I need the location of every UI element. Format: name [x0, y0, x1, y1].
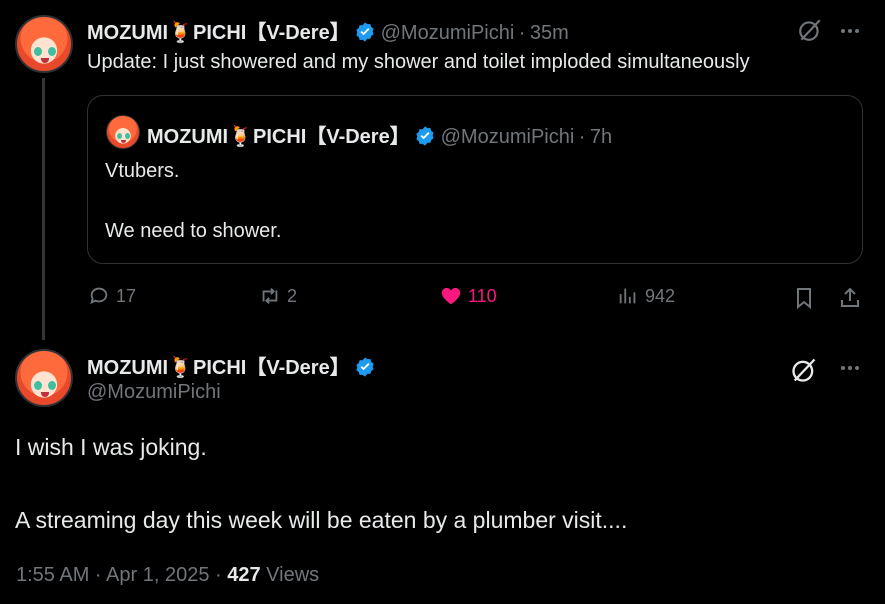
tweet-timestamp[interactable]: 1:55 AM · Apr 1, 2025 · — [16, 564, 227, 586]
reply-icon — [90, 287, 108, 305]
repost-count: 2 — [287, 285, 298, 306]
reply-count: 17 — [116, 285, 137, 306]
timestamp[interactable]: 35m — [530, 22, 569, 44]
like-count: 110 — [468, 285, 497, 306]
views-total: 427 — [227, 564, 261, 586]
tweet-text: Update: I just showered and my shower an… — [87, 51, 750, 73]
grok-icon[interactable] — [790, 356, 818, 384]
analytics-icon — [619, 288, 636, 304]
verified-badge-icon — [356, 357, 374, 377]
tweet-meta: 1:55 AM · Apr 1, 2025 · 427 Views — [16, 564, 319, 587]
like-button[interactable]: 110 — [440, 285, 497, 307]
handle[interactable]: @MozumiPichi — [87, 381, 221, 404]
quote-text-line1: Vtubers. — [105, 160, 180, 182]
quote-display-name: MOZUMI🍹PICHI【V-Dere】 — [147, 126, 410, 148]
share-icon[interactable] — [838, 286, 862, 310]
reply-button[interactable]: 17 — [88, 285, 136, 307]
separator-dot: · — [518, 22, 526, 44]
views-button[interactable]: 942 — [617, 285, 675, 307]
views-label: Views — [260, 564, 320, 586]
display-name[interactable]: MOZUMI🍹PICHI【V-Dere】 — [87, 357, 350, 379]
more-options-icon[interactable] — [838, 356, 862, 380]
thread-connector — [42, 78, 45, 340]
verified-badge-icon — [356, 22, 374, 42]
views-count: 942 — [645, 285, 676, 306]
quote-handle: @MozumiPichi — [440, 126, 575, 148]
quote-text-line2: We need to shower. — [105, 220, 282, 242]
separator-dot: · — [578, 126, 586, 148]
quote-timestamp: 7h — [589, 126, 613, 148]
tweet-header: MOZUMI🍹PICHI【V-Dere】 @MozumiPichi · 35m — [87, 16, 569, 45]
avatar[interactable] — [15, 15, 73, 73]
more-options-icon[interactable] — [838, 19, 862, 43]
main-tweet-line2: A streaming day this week will be eaten … — [15, 507, 628, 533]
repost-icon — [262, 288, 278, 304]
grok-icon[interactable] — [797, 17, 823, 43]
handle[interactable]: @MozumiPichi — [381, 22, 515, 44]
avatar[interactable] — [15, 349, 73, 407]
main-tweet-header: MOZUMI🍹PICHI【V-Dere】 — [87, 351, 376, 380]
quote-header: MOZUMI🍹PICHI【V-Dere】 @MozumiPichi · 7h — [147, 120, 612, 149]
heart-icon — [441, 287, 461, 305]
bookmark-icon[interactable] — [792, 286, 816, 310]
repost-button[interactable]: 2 — [259, 285, 297, 307]
verified-badge-icon — [416, 126, 434, 146]
quote-avatar — [106, 115, 140, 149]
display-name[interactable]: MOZUMI🍹PICHI【V-Dere】 — [87, 22, 350, 44]
main-tweet-line1: I wish I was joking. — [15, 434, 207, 460]
